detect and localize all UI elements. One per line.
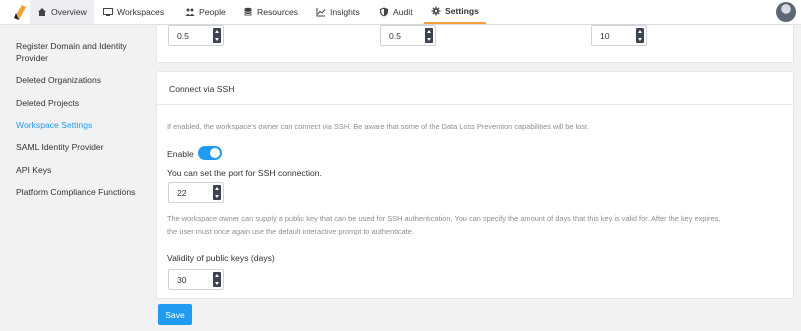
database-icon — [244, 7, 252, 16]
settings-sidebar: Register Domain and Identity Provider De… — [0, 25, 155, 331]
key-help-line-2: the user must once again use the default… — [167, 227, 414, 236]
tab-label: Audit — [393, 7, 413, 17]
number-stepper[interactable]: 0.5 — [380, 25, 436, 46]
validity-label: Validity of public keys (days) — [167, 253, 275, 263]
ssh-description: If enabled, the workspace's owner can co… — [167, 122, 590, 131]
sidebar-item-platform-compliance[interactable]: Platform Compliance Functions — [16, 186, 146, 198]
home-icon — [38, 8, 46, 16]
number-stepper[interactable]: 10 — [591, 25, 647, 46]
tab-insights[interactable]: Insights — [309, 0, 367, 24]
tab-workspaces[interactable]: Workspaces — [96, 0, 171, 24]
enable-ssh-toggle[interactable] — [198, 146, 222, 160]
sidebar-item-deleted-organizations[interactable]: Deleted Organizations — [16, 74, 146, 86]
card-header: Connect via SSH — [157, 72, 793, 105]
stepper-value: 0.5 — [389, 31, 401, 41]
tab-resources[interactable]: Resources — [236, 0, 305, 24]
top-nav: Overview Workspaces People Resources Ins… — [0, 0, 801, 25]
stepper-value: 0.5 — [177, 31, 189, 41]
stepper-value: 22 — [177, 188, 187, 198]
tab-label: Insights — [330, 7, 360, 17]
user-avatar[interactable] — [776, 2, 796, 22]
card-title: Connect via SSH — [169, 84, 235, 94]
sidebar-item-saml-identity-provider[interactable]: SAML Identity Provider — [16, 141, 146, 153]
gear-icon — [431, 6, 441, 16]
tab-people[interactable]: People — [178, 0, 233, 24]
save-button[interactable]: Save — [158, 304, 192, 325]
stepper-arrows-icon[interactable] — [213, 28, 221, 43]
ssh-settings-card: Connect via SSH If enabled, the workspac… — [157, 72, 793, 298]
tab-overview[interactable]: Overview — [30, 0, 94, 24]
chart-icon — [316, 8, 326, 17]
sidebar-item-deleted-projects[interactable]: Deleted Projects — [16, 97, 146, 109]
port-label: You can set the port for SSH connection. — [167, 168, 322, 178]
sidebar-item-api-keys[interactable]: API Keys — [16, 164, 146, 176]
ssh-port-stepper[interactable]: 22 — [168, 182, 224, 203]
sidebar-item-register-domain[interactable]: Register Domain and Identity Provider — [16, 40, 146, 64]
people-icon — [185, 8, 195, 16]
tab-label: Resources — [257, 7, 299, 17]
tab-label: Workspaces — [117, 7, 165, 17]
stepper-arrows-icon[interactable] — [213, 185, 221, 200]
tab-label: Settings — [445, 6, 479, 16]
tab-label: People — [199, 7, 226, 17]
enable-label: Enable — [167, 149, 194, 159]
settings-card-previous: 0.5 0.5 10 — [157, 25, 793, 62]
stepper-value: 30 — [177, 275, 187, 285]
stepper-arrows-icon[interactable] — [213, 272, 221, 287]
stepper-arrows-icon[interactable] — [425, 28, 433, 43]
logo-icon[interactable] — [13, 5, 27, 20]
tab-label: Overview — [51, 7, 87, 17]
number-stepper[interactable]: 0.5 — [168, 25, 224, 46]
monitor-icon — [103, 8, 113, 16]
tab-audit[interactable]: Audit — [372, 0, 420, 24]
tab-settings[interactable]: Settings — [424, 0, 486, 24]
stepper-arrows-icon[interactable] — [636, 28, 644, 43]
key-validity-stepper[interactable]: 30 — [168, 269, 224, 290]
stepper-value: 10 — [600, 31, 610, 41]
sidebar-item-workspace-settings[interactable]: Workspace Settings — [16, 119, 146, 131]
key-help-line-1: The workspace owner can supply a public … — [167, 214, 721, 223]
shield-icon — [380, 7, 388, 17]
